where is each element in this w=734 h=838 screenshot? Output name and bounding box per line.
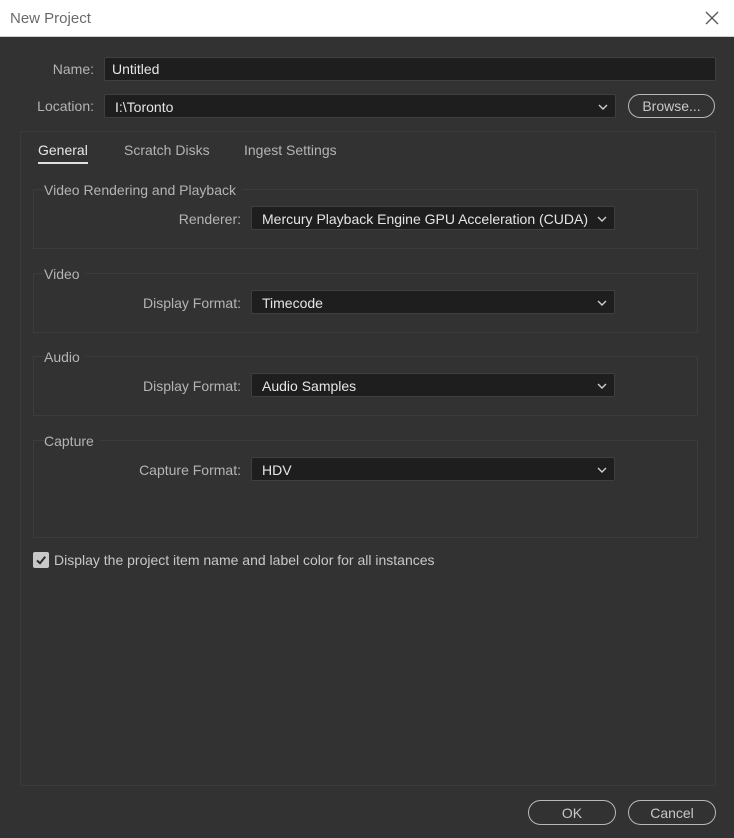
location-label: Location: [37, 98, 94, 114]
display-label-color-label: Display the project item name and label … [54, 552, 435, 568]
location-value: I:\Toronto [115, 99, 174, 115]
close-button[interactable] [700, 6, 724, 30]
tab-ingest-settings[interactable]: Ingest Settings [244, 142, 337, 162]
capture-format-dropdown[interactable]: HDV [251, 457, 615, 481]
chevron-down-icon [597, 383, 607, 389]
browse-button[interactable]: Browse... [628, 94, 715, 118]
display-label-color-checkbox[interactable] [33, 552, 49, 568]
renderer-value: Mercury Playback Engine GPU Acceleration… [262, 211, 589, 227]
chevron-down-icon [597, 216, 607, 222]
audio-display-format-label: Display Format: [142, 378, 241, 394]
chevron-down-icon [597, 300, 607, 306]
video-display-format-label: Display Format: [142, 295, 241, 311]
checkmark-icon [36, 556, 46, 565]
renderer-label: Renderer: [178, 211, 241, 227]
tab-general[interactable]: General [38, 142, 88, 164]
chevron-down-icon [597, 467, 607, 473]
capture-format-value: HDV [262, 462, 292, 478]
name-input[interactable]: Untitled [104, 57, 716, 81]
location-dropdown[interactable]: I:\Toronto [104, 94, 616, 118]
title-bar: New Project [0, 0, 734, 37]
group-title: Capture [44, 433, 100, 449]
cancel-button[interactable]: Cancel [628, 800, 716, 825]
group-title: Video Rendering and Playback [44, 182, 242, 198]
group-title: Audio [44, 349, 86, 365]
ok-button[interactable]: OK [528, 800, 616, 825]
capture-format-label: Capture Format: [139, 462, 241, 478]
window-title: New Project [10, 10, 91, 27]
renderer-dropdown[interactable]: Mercury Playback Engine GPU Acceleration… [251, 206, 615, 230]
group-capture: Capture [33, 433, 698, 538]
audio-display-format-value: Audio Samples [262, 378, 357, 394]
name-label: Name: [52, 61, 94, 77]
video-display-format-value: Timecode [262, 295, 323, 311]
audio-display-format-dropdown[interactable]: Audio Samples [251, 373, 615, 397]
chevron-down-icon [598, 104, 608, 110]
group-title: Video [44, 266, 86, 282]
close-icon [705, 11, 719, 25]
tab-scratch-disks[interactable]: Scratch Disks [124, 142, 210, 162]
video-display-format-dropdown[interactable]: Timecode [251, 290, 615, 314]
